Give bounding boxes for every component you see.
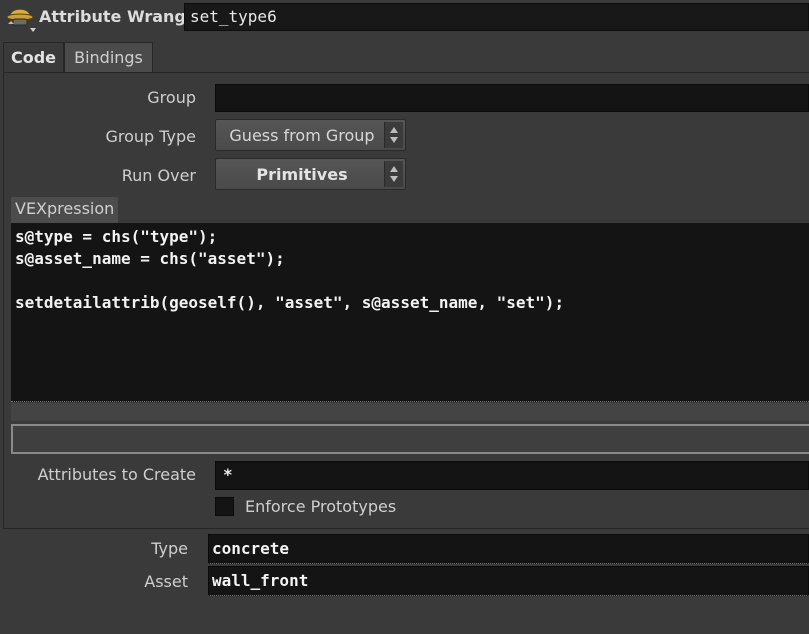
tab-code[interactable]: Code xyxy=(3,42,64,72)
group-type-dropdown[interactable]: Guess from Group xyxy=(215,119,406,151)
enforce-prototypes-checkbox[interactable] xyxy=(215,497,234,516)
code-line: setdetailattrib(geoself(), "asset", s@as… xyxy=(15,293,565,312)
updown-arrows-icon xyxy=(384,122,403,148)
updown-arrows-icon xyxy=(384,161,403,187)
run-over-value: Primitives xyxy=(256,165,348,184)
vexpression-label: VEXpression xyxy=(11,197,119,223)
tab-bindings[interactable]: Bindings xyxy=(64,42,153,72)
group-label: Group xyxy=(147,88,196,107)
type-label: Type xyxy=(151,539,188,558)
editor-resize-handle[interactable] xyxy=(11,403,809,421)
code-line: s@asset_name = chs("asset"); xyxy=(15,249,285,268)
run-over-dropdown[interactable]: Primitives xyxy=(215,158,406,190)
attributes-to-create-field[interactable]: * xyxy=(215,461,809,490)
group-type-value: Guess from Group xyxy=(229,126,375,145)
group-field[interactable] xyxy=(215,84,809,112)
expression-input-field[interactable] xyxy=(11,424,809,454)
run-over-label: Run Over xyxy=(121,166,196,185)
node-name-field[interactable]: set_type6 xyxy=(184,3,809,31)
attributes-to-create-label: Attributes to Create xyxy=(37,465,196,484)
asset-label: Asset xyxy=(144,572,188,591)
type-field[interactable]: concrete xyxy=(208,534,809,564)
vex-code-editor[interactable]: s@type = chs("type"); s@asset_name = chs… xyxy=(11,223,809,402)
wrangle-node-icon[interactable] xyxy=(4,2,38,34)
enforce-prototypes-label: Enforce Prototypes xyxy=(245,497,397,516)
asset-field[interactable]: wall_front xyxy=(208,566,809,596)
code-line: s@type = chs("type"); xyxy=(15,227,218,246)
node-type-label: Attribute Wrangle xyxy=(39,7,203,26)
group-type-label: Group Type xyxy=(105,127,196,146)
